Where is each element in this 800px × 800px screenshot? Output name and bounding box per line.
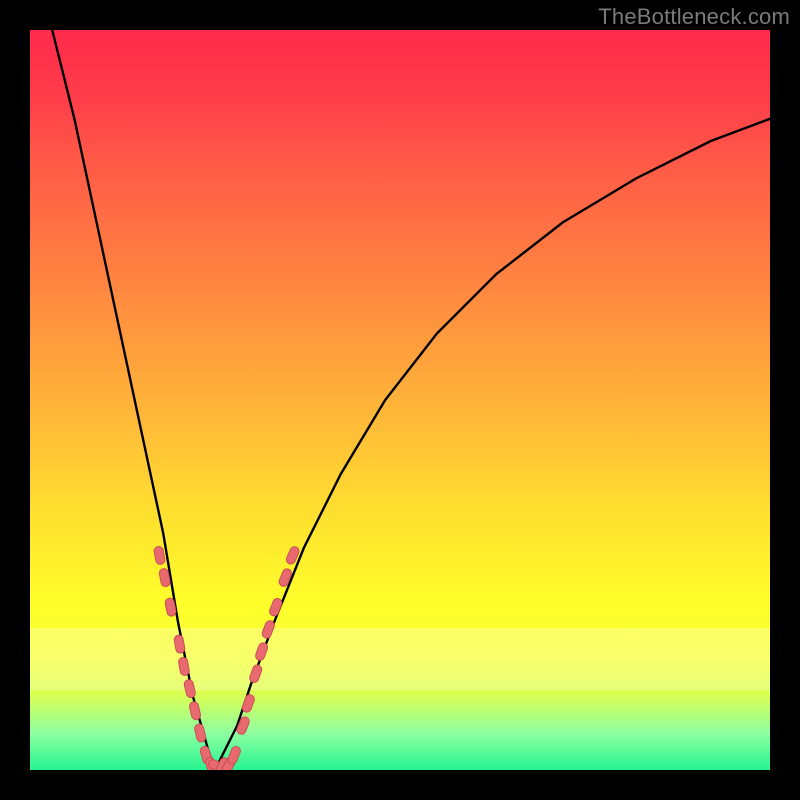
chart-svg <box>30 30 770 770</box>
data-marker <box>194 723 207 743</box>
watermark-text: TheBottleneck.com <box>598 4 790 30</box>
data-marker <box>236 716 251 736</box>
data-marker <box>173 635 185 654</box>
data-marker <box>227 745 242 765</box>
data-marker <box>183 679 196 699</box>
data-marker <box>189 701 202 721</box>
data-marker <box>278 568 293 588</box>
data-marker <box>268 597 283 617</box>
data-marker <box>178 657 190 676</box>
data-marker <box>153 546 165 565</box>
data-marker <box>254 642 269 662</box>
chart-frame: TheBottleneck.com <box>0 0 800 800</box>
marker-layer <box>153 545 300 770</box>
data-marker <box>248 664 263 684</box>
bottleneck-curve <box>52 30 770 770</box>
data-marker <box>261 619 276 639</box>
data-marker <box>241 693 256 713</box>
plot-area <box>30 30 770 770</box>
